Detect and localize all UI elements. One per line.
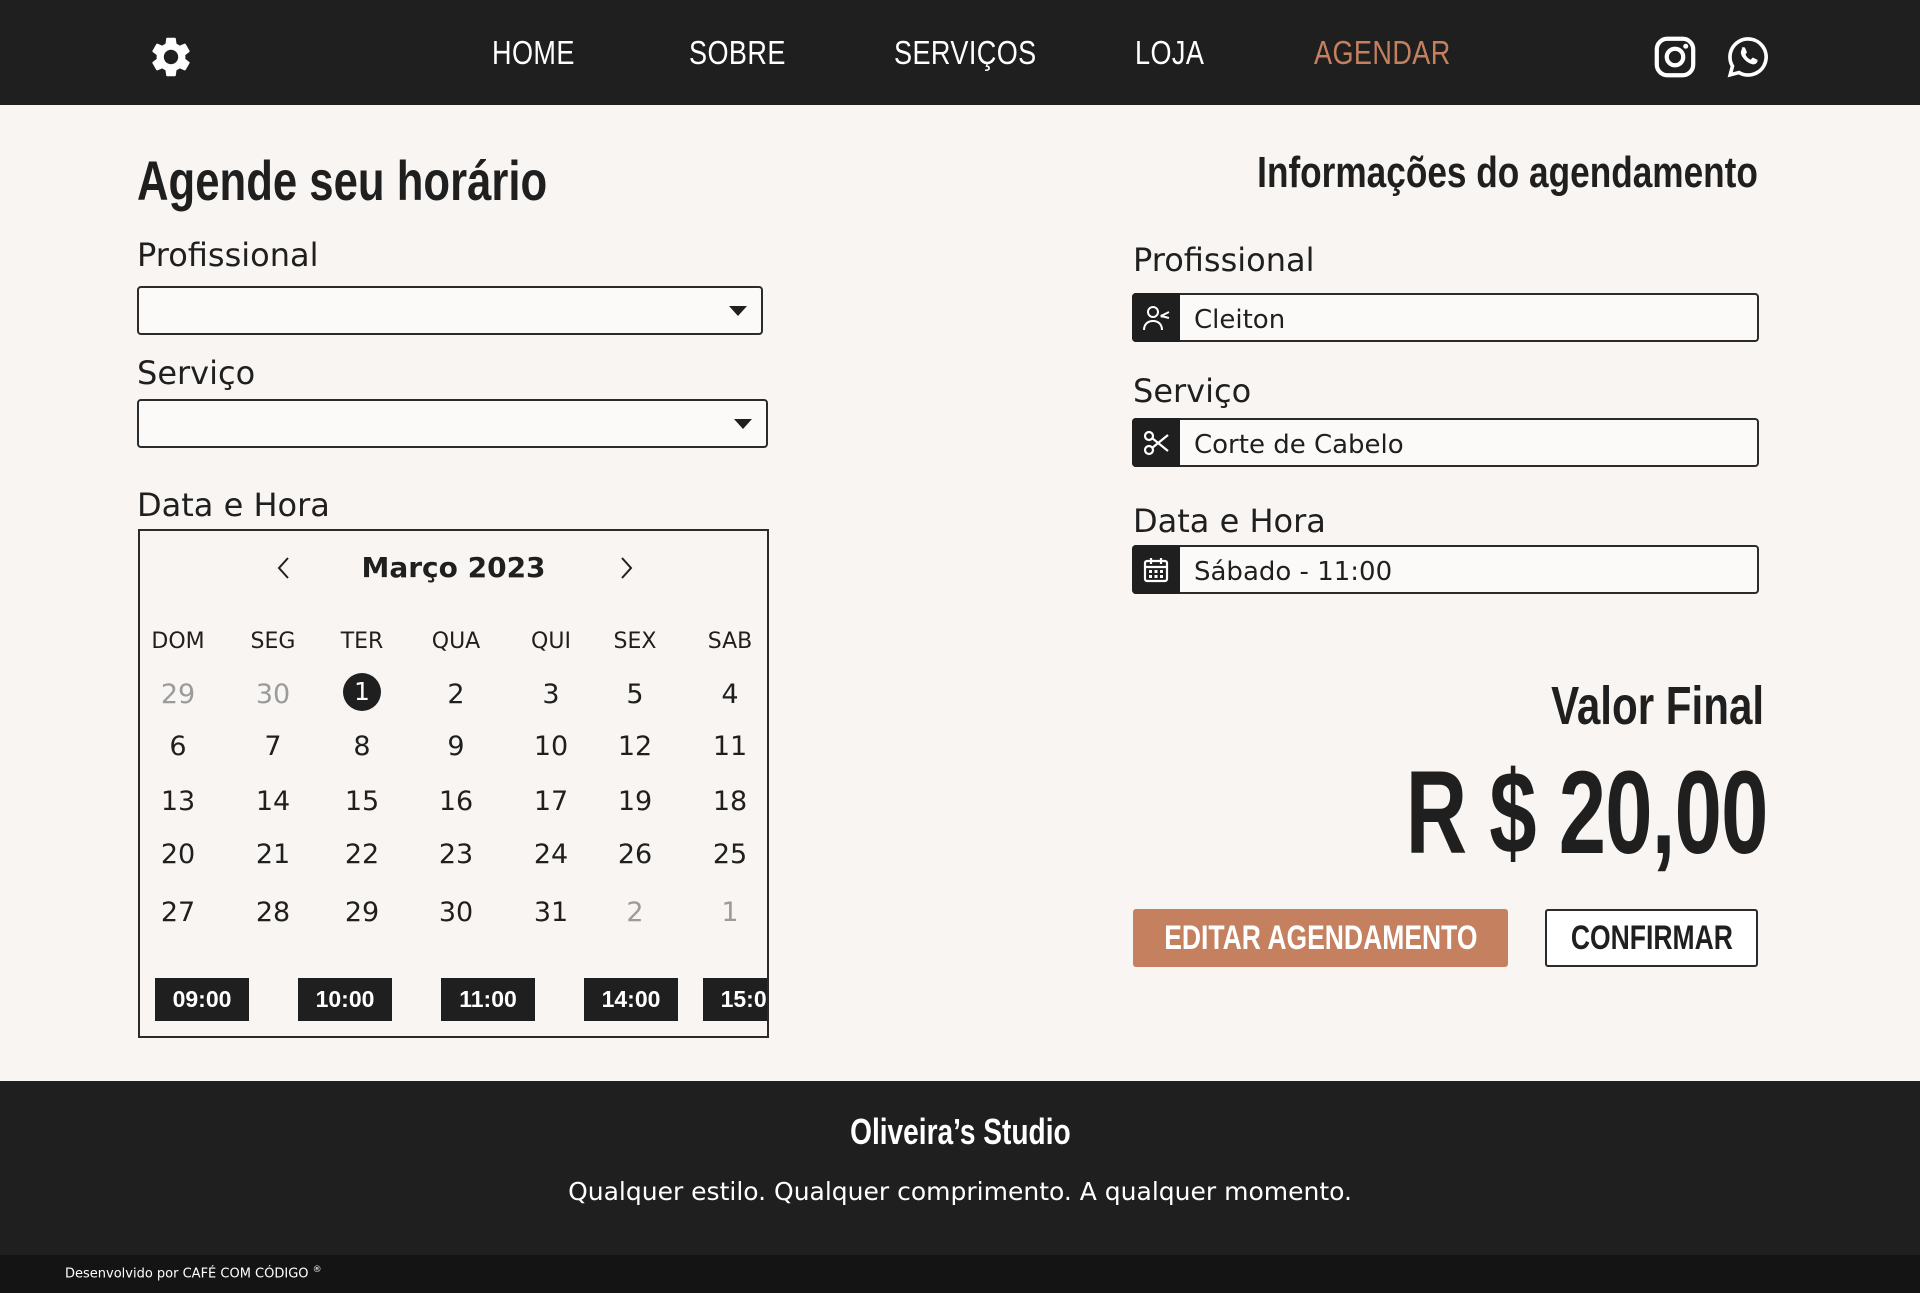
time-slot-button[interactable]: 15:00: [703, 978, 767, 1021]
calendar-day[interactable]: 2: [431, 679, 481, 710]
profissional-select[interactable]: [137, 286, 763, 335]
calendar-day[interactable]: 11: [705, 731, 755, 762]
nav-sobre[interactable]: SOBRE: [689, 34, 786, 72]
time-slot-button[interactable]: 14:00: [584, 978, 678, 1021]
weekday-header: SEG: [250, 629, 296, 654]
calendar-day[interactable]: 21: [248, 839, 298, 870]
calendar-day[interactable]: 4: [705, 679, 755, 710]
footer-studio-name: Oliveira’s Studio: [0, 1111, 1920, 1153]
calendar-day[interactable]: 9: [431, 731, 481, 762]
chevron-down-icon: [729, 306, 747, 316]
info-profissional-value: Cleiton: [1194, 305, 1286, 335]
barber-icon: [1132, 293, 1180, 342]
weekday-header: SAB: [707, 629, 753, 654]
calendar-day[interactable]: 7: [248, 731, 298, 762]
calendar-day[interactable]: 29: [153, 679, 203, 710]
valor-final-amount: R $ 20,00: [1406, 747, 1769, 879]
weekday-header: TER: [340, 629, 384, 654]
calendar-day[interactable]: 2: [610, 897, 660, 928]
time-slot-button[interactable]: 09:00: [155, 978, 249, 1021]
calendar-day[interactable]: 5: [610, 679, 660, 710]
edit-booking-label: EDITAR AGENDAMENTO: [1163, 918, 1478, 957]
calendar-month: Março 2023: [361, 551, 546, 584]
whatsapp-icon[interactable]: [1725, 34, 1771, 80]
footer-tagline: Qualquer estilo. Qualquer comprimento. A…: [568, 1177, 1352, 1206]
datahora-label: Data e Hora: [137, 486, 330, 524]
subfooter: Desenvolvido por CAFÉ COM CÓDIGO ®: [0, 1255, 1920, 1293]
page-title: Agende seu horário: [137, 149, 548, 212]
calendar-day[interactable]: 15: [337, 786, 387, 817]
info-datahora-value: Sábado - 11:00: [1194, 557, 1393, 587]
calendar-day[interactable]: 25: [705, 839, 755, 870]
calendar-day[interactable]: 23: [431, 839, 481, 870]
chevron-right-icon[interactable]: [614, 553, 638, 583]
calendar-day[interactable]: 10: [526, 731, 576, 762]
calendar-day[interactable]: 27: [153, 897, 203, 928]
calendar-day[interactable]: 30: [431, 897, 481, 928]
calendar-day[interactable]: 6: [153, 731, 203, 762]
top-navbar: HOME SOBRE SERVIÇOS LOJA AGENDAR: [0, 0, 1920, 105]
footer-studio-text: Oliveira’s Studio: [849, 1111, 1071, 1152]
info-profissional-label: Profissional: [1133, 241, 1315, 279]
calendar-day[interactable]: 31: [526, 897, 576, 928]
calendar-day[interactable]: 16: [431, 786, 481, 817]
calendar-day[interactable]: 17: [526, 786, 576, 817]
chevron-down-icon: [734, 419, 752, 429]
edit-booking-button[interactable]: EDITAR AGENDAMENTO: [1133, 909, 1508, 967]
info-servico-field: Corte de Cabelo: [1132, 418, 1759, 467]
calendar-day[interactable]: 14: [248, 786, 298, 817]
calendar-day[interactable]: 26: [610, 839, 660, 870]
calendar-day[interactable]: 18: [705, 786, 755, 817]
developer-credit: Desenvolvido por CAFÉ COM CÓDIGO ®: [65, 1265, 322, 1281]
nav-servicos[interactable]: SERVIÇOS: [894, 34, 1037, 72]
info-datahora-field: Sábado - 11:00: [1132, 545, 1759, 594]
weekday-header: DOM: [151, 629, 205, 654]
time-slot-button[interactable]: 10:00: [298, 978, 392, 1021]
info-servico-value: Corte de Cabelo: [1194, 430, 1404, 460]
confirm-label: CONFIRMAR: [1570, 918, 1733, 957]
servico-label: Serviço: [137, 354, 256, 392]
nav-home[interactable]: HOME: [492, 34, 575, 72]
valor-final-label: Valor Final: [1550, 676, 1764, 736]
weekday-header: SEX: [613, 629, 657, 654]
info-title: Informações do agendamento: [1257, 148, 1758, 197]
confirm-button[interactable]: CONFIRMAR: [1545, 909, 1758, 967]
calendar-day[interactable]: 1: [705, 897, 755, 928]
calendar-day[interactable]: 22: [337, 839, 387, 870]
profissional-label: Profissional: [137, 236, 319, 274]
calendar-day[interactable]: 13: [153, 786, 203, 817]
instagram-icon[interactable]: [1652, 34, 1698, 80]
info-datahora-label: Data e Hora: [1133, 502, 1326, 540]
calendar-day[interactable]: 29: [337, 897, 387, 928]
calendar-day[interactable]: 3: [526, 679, 576, 710]
calendar-day[interactable]: 20: [153, 839, 203, 870]
calendar-day[interactable]: 19: [610, 786, 660, 817]
nav-loja[interactable]: LOJA: [1135, 34, 1204, 72]
calendar-day[interactable]: 30: [248, 679, 298, 710]
calendar-day-selected[interactable]: 1: [343, 673, 381, 711]
calendar-icon: [1132, 545, 1180, 594]
info-servico-label: Serviço: [1133, 372, 1252, 410]
calendar-day[interactable]: 28: [248, 897, 298, 928]
calendar-day[interactable]: 12: [610, 731, 660, 762]
credit-text: Desenvolvido por CAFÉ COM CÓDIGO: [65, 1266, 309, 1282]
time-slot-button[interactable]: 11:00: [441, 978, 535, 1021]
registered-mark: ®: [312, 1265, 322, 1275]
info-profissional-field: Cleiton: [1132, 293, 1759, 342]
nav-agendar[interactable]: AGENDAR: [1314, 34, 1451, 72]
scissors-icon: [1132, 418, 1180, 467]
weekday-header: QUI: [531, 629, 571, 654]
footer: Oliveira’s Studio Qualquer estilo. Qualq…: [0, 1081, 1920, 1255]
gear-icon[interactable]: [147, 33, 195, 81]
calendar-day[interactable]: 24: [526, 839, 576, 870]
calendar: Março 2023 DOM SEG TER QUA QUI SEX SAB 29 30 1 2 3 5…: [138, 529, 769, 1038]
calendar-day[interactable]: 8: [337, 731, 387, 762]
servico-select[interactable]: [137, 399, 768, 448]
weekday-header: QUA: [431, 629, 481, 654]
